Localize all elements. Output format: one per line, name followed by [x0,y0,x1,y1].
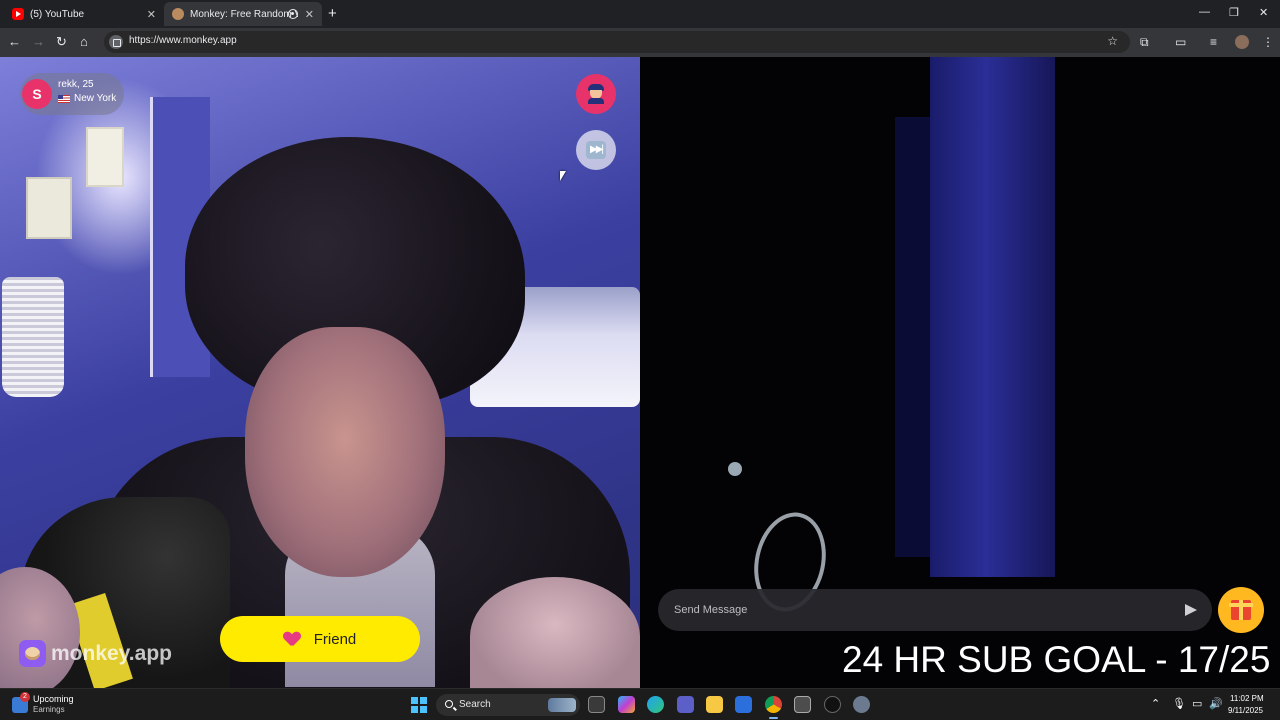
teams-icon[interactable] [677,696,694,713]
network-icon[interactable]: ▭ [1192,698,1202,710]
friend-button-label: Friend [313,630,357,648]
video-scene-shadow [895,117,935,557]
sub-goal-overlay: 24 HR SUB GOAL - 17/25 [842,639,1271,680]
brand-text: monkey.app [51,641,172,665]
home-icon[interactable]: ⌂ [80,34,88,50]
report-button[interactable] [576,74,616,114]
notification-badge: 2 [20,692,30,702]
restore-icon[interactable]: ❐ [1229,6,1239,19]
youtube-icon [12,8,24,20]
partner-video: S rekk, 25 New York ▶▶| monkey.app Frien… [0,57,640,688]
video-scene-face [245,327,445,577]
volume-icon[interactable]: 🔊 [1209,698,1223,710]
tab-monkey[interactable]: Monkey: Free Random Vide ✕ [164,2,322,26]
video-scene-light [728,462,742,476]
us-flag-icon [58,95,70,103]
search-icon [445,700,453,708]
close-tab-icon[interactable]: ✕ [305,8,314,21]
snipping-tool-icon[interactable] [794,696,811,713]
message-bar [658,589,1212,631]
edge-icon[interactable] [647,696,664,713]
search-label: Search [459,699,491,710]
clock-date[interactable]: 9/11/2025 [1228,706,1263,715]
reading-list-icon[interactable]: ≡ [1210,35,1217,49]
bookmark-star-icon[interactable]: ☆ [1107,34,1118,48]
partner-location: New York [74,93,117,104]
taskbar-search[interactable]: Search [436,694,580,716]
heart-icon [284,632,300,646]
clock-time[interactable]: 11:02 PM [1230,694,1264,703]
file-explorer-icon[interactable] [706,696,723,713]
gift-button[interactable] [1218,587,1264,633]
widget-title: Upcoming [33,694,74,704]
windows-taskbar: 2 Upcoming Earnings Search ⌃ 🎙 ▭ 🔊 11:02… [0,688,1280,720]
cast-icon[interactable]: ▭ [1175,35,1186,49]
url-text[interactable]: https://www.monkey.app [129,35,237,46]
partner-name-age: rekk, 25 [58,79,94,90]
page-content: S rekk, 25 New York ▶▶| monkey.app Frien… [0,57,1280,688]
reload-icon[interactable]: ↻ [56,34,67,50]
friend-button[interactable]: Friend [220,616,420,662]
search-highlight-image [548,698,576,712]
video-scene-frame [26,177,72,239]
profile-avatar[interactable] [1235,35,1249,49]
windows-start-icon[interactable] [411,697,427,713]
monkey-brand-watermark: monkey.app [19,640,172,667]
video-scene-hand [470,577,640,688]
microphone-icon[interactable]: 🎙 [1172,698,1186,710]
next-track-icon: ▶▶| [586,141,606,159]
mouse-cursor [560,171,566,181]
widget-subtitle: Earnings [33,705,65,714]
task-view-icon[interactable] [588,696,605,713]
chrome-icon[interactable] [765,696,782,719]
send-icon[interactable] [1185,604,1197,616]
copilot-icon[interactable] [618,696,635,713]
close-tab-icon[interactable]: ✕ [147,8,156,21]
tab-youtube[interactable]: (5) YouTube ✕ [4,2,164,26]
video-scene-curtain [930,57,1055,577]
browser-toolbar: ← → ↻ ⌂ https://www.monkey.app ☆ ⧉ ▭ ≡ ⋮ [0,28,1280,57]
site-info-icon[interactable] [109,35,123,49]
police-officer-icon [588,84,604,104]
monkey-logo-icon [19,640,46,667]
monkey-icon [172,8,184,20]
skip-button[interactable]: ▶▶| [576,130,616,170]
close-window-icon[interactable]: ✕ [1259,6,1268,19]
video-scene-basket [2,277,64,397]
recording-icon [288,9,298,19]
minimize-icon[interactable]: — [1199,6,1210,18]
partner-info-pill[interactable]: S rekk, 25 New York [20,73,124,115]
settings-gear-icon[interactable] [853,696,870,713]
tab-title: Monkey: Free Random Vide [190,8,298,20]
message-input[interactable] [674,601,1154,619]
browser-tab-bar: (5) YouTube ✕ Monkey: Free Random Vide ✕… [0,0,1280,28]
address-bar[interactable]: https://www.monkey.app ☆ [104,31,1130,53]
new-tab-icon[interactable]: + [328,6,337,21]
obs-icon[interactable] [824,696,841,713]
forward-icon[interactable]: → [32,34,45,50]
store-icon[interactable] [735,696,752,713]
gift-icon [1229,600,1253,620]
menu-dots-icon[interactable]: ⋮ [1262,35,1274,49]
tray-overflow-chevron-icon[interactable]: ⌃ [1151,698,1160,710]
back-icon[interactable]: ← [8,34,21,50]
video-scene-frame [86,127,124,187]
tab-title: (5) YouTube [30,8,85,20]
self-video: 24 HR SUB GOAL - 17/25 [640,57,1280,688]
partner-avatar[interactable]: S [22,79,52,109]
extensions-icon[interactable]: ⧉ [1140,35,1149,49]
